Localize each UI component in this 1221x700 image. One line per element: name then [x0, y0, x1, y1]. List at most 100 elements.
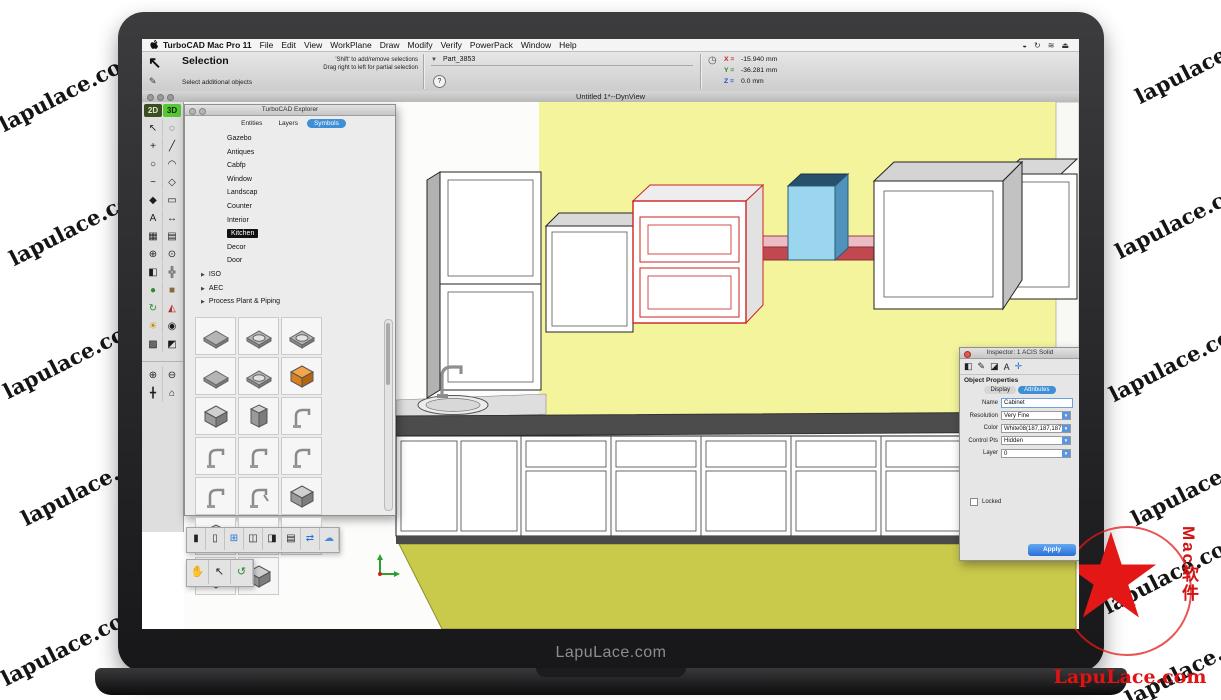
menu-item-view[interactable]: View	[304, 40, 322, 50]
field-select-color[interactable]: White08(187,187,187)▼	[1001, 424, 1071, 433]
category-item-door[interactable]: Door	[185, 254, 395, 268]
dimension-tool-icon[interactable]: ↔	[163, 209, 182, 227]
symbol-sink-counter[interactable]	[238, 317, 279, 355]
render-tool-icon[interactable]: ▩	[144, 335, 163, 353]
pen-icon[interactable]: ✎	[978, 361, 986, 372]
swap-icon[interactable]: ⇄	[301, 528, 320, 550]
line-tool-icon[interactable]: ╱	[163, 137, 182, 155]
mode-2d-button[interactable]: 2D	[144, 104, 162, 117]
rectangle-tool-icon[interactable]: ▭	[163, 191, 182, 209]
fit-view-icon[interactable]: ⌂	[163, 384, 182, 402]
door-icon[interactable]: ◫	[244, 528, 263, 550]
explorer-title-bar[interactable]: TurboCAD Explorer	[185, 105, 395, 116]
disclosure-triangle-icon[interactable]: ▶	[201, 286, 205, 292]
zoom-out-icon[interactable]: ⊖	[163, 366, 182, 384]
category-item-kitchen[interactable]: Kitchen	[185, 227, 395, 241]
pan-hand-icon[interactable]: ✋	[187, 560, 209, 584]
text-tool-icon[interactable]: A	[144, 209, 163, 227]
tree-item-process-plant-piping[interactable]: ▶Process Plant & Piping	[185, 295, 395, 309]
select-tool-icon[interactable]: ↖	[144, 119, 163, 137]
symbol-faucet-4[interactable]	[281, 437, 322, 475]
style-icon[interactable]: ◧	[964, 361, 973, 372]
help-button[interactable]: ?	[433, 75, 446, 88]
sync-status-icon[interactable]: ↻	[1034, 41, 1041, 50]
explorer-tab-entities[interactable]: Entities	[234, 119, 269, 128]
sphere-tool-icon[interactable]: ●	[144, 281, 163, 299]
field-select-layer[interactable]: 0▼	[1001, 449, 1071, 458]
apply-button[interactable]: Apply	[1028, 544, 1076, 556]
menu-item-help[interactable]: Help	[559, 40, 576, 50]
circle-tool-icon[interactable]: ○	[144, 155, 163, 173]
apple-logo-icon[interactable]	[150, 40, 158, 50]
axis-tool-icon[interactable]: ╬	[163, 263, 182, 281]
scrollbar-thumb[interactable]	[386, 323, 390, 385]
wifi-icon[interactable]: ≋	[1048, 41, 1055, 50]
tree-item-iso[interactable]: ▶ISO	[185, 268, 395, 282]
zoom-in-icon[interactable]: ⊕	[144, 366, 163, 384]
camera-tool-icon[interactable]: ◉	[163, 317, 182, 335]
field-select-resolution[interactable]: Very Fine▼	[1001, 411, 1071, 420]
text-style-icon[interactable]: A	[1004, 362, 1010, 372]
category-item-decor[interactable]: Decor	[185, 241, 395, 255]
category-item-landscap[interactable]: Landscap	[185, 186, 395, 200]
menu-item-modify[interactable]: Modify	[408, 40, 433, 50]
inspector-tab-attributes[interactable]: Attributes	[1018, 386, 1055, 394]
material-tool-icon[interactable]: ◩	[163, 335, 182, 353]
symbol-sink-round[interactable]	[238, 357, 279, 395]
lasso-select-icon[interactable]: ◌	[163, 119, 182, 137]
polyline-tool-icon[interactable]: ◇	[163, 173, 182, 191]
cloud-icon[interactable]: ☁	[320, 528, 339, 550]
disclosure-triangle-icon[interactable]: ▶	[201, 272, 205, 278]
menu-item-verify[interactable]: Verify	[441, 40, 462, 50]
symbol-cabinet-tall[interactable]	[238, 397, 279, 435]
window-icon[interactable]: ⊞	[225, 528, 244, 550]
category-item-interior[interactable]: Interior	[185, 214, 395, 228]
symbol-faucet-1[interactable]	[281, 397, 322, 435]
menu-item-edit[interactable]: Edit	[281, 40, 296, 50]
inspector-title-bar[interactable]: Inspector: 1 ACIS Solid	[960, 348, 1079, 359]
wall-icon[interactable]: ▮	[187, 528, 206, 550]
tree-item-aec[interactable]: ▶AEC	[185, 282, 395, 296]
fill-icon[interactable]: ◪	[990, 361, 999, 372]
explorer-scrollbar[interactable]	[384, 319, 393, 511]
category-item-antiques[interactable]: Antiques	[185, 146, 395, 160]
polygon-tool-icon[interactable]: ◆	[144, 191, 163, 209]
workplane-tool-icon[interactable]: ◧	[144, 263, 163, 281]
point-tool-icon[interactable]: +	[144, 137, 163, 155]
eject-icon[interactable]: ⏏	[1061, 41, 1069, 50]
symbol-counter-corner[interactable]	[195, 317, 236, 355]
arc-tool-icon[interactable]: ◠	[163, 155, 182, 173]
select-arrow-icon[interactable]: ↖	[209, 560, 231, 584]
menu-item-window[interactable]: Window	[521, 40, 551, 50]
explorer-tab-layers[interactable]: Layers	[271, 119, 305, 128]
snap-tool-icon[interactable]: ⊕	[144, 245, 163, 263]
pan-icon[interactable]: ╋	[144, 384, 163, 402]
category-item-cabfp[interactable]: Cabfp	[185, 159, 395, 173]
grid-tool-icon[interactable]: ▤	[163, 227, 182, 245]
box-3d-tool-icon[interactable]: ■	[163, 281, 182, 299]
symbol-sink-double[interactable]	[281, 317, 322, 355]
view-cube-tool-icon[interactable]: ◭	[163, 299, 182, 317]
part-dropdown[interactable]: ▼Part_3853	[431, 56, 693, 66]
category-item-window[interactable]: Window	[185, 173, 395, 187]
symbol-dishwasher[interactable]	[281, 477, 322, 515]
field-select-control-pts[interactable]: Hidden▼	[1001, 436, 1071, 445]
display-status-icon[interactable]: ◒	[1022, 41, 1027, 50]
symbol-counter-section[interactable]	[195, 357, 236, 395]
symbol-faucet-sprayer[interactable]	[238, 477, 279, 515]
hatch-tool-icon[interactable]: ▦	[144, 227, 163, 245]
menu-item-draw[interactable]: Draw	[380, 40, 400, 50]
inspector-tab-display[interactable]: Display	[984, 386, 1016, 394]
symbol-cabinet-base[interactable]	[195, 397, 236, 435]
column-icon[interactable]: ▯	[206, 528, 225, 550]
disclosure-triangle-icon[interactable]: ▶	[201, 299, 205, 305]
menu-item-powerpack[interactable]: PowerPack	[470, 40, 513, 50]
symbol-faucet-2[interactable]	[195, 437, 236, 475]
symbol-faucet-5[interactable]	[195, 477, 236, 515]
symbol-faucet-3[interactable]	[238, 437, 279, 475]
orbit-tool-icon[interactable]: ↻	[144, 299, 163, 317]
symbol-cabinet-orange[interactable]	[281, 357, 322, 395]
mode-3d-button[interactable]: 3D	[163, 104, 181, 117]
light-tool-icon[interactable]: ☀	[144, 317, 163, 335]
field-input-name[interactable]: Cabinet	[1001, 398, 1073, 408]
